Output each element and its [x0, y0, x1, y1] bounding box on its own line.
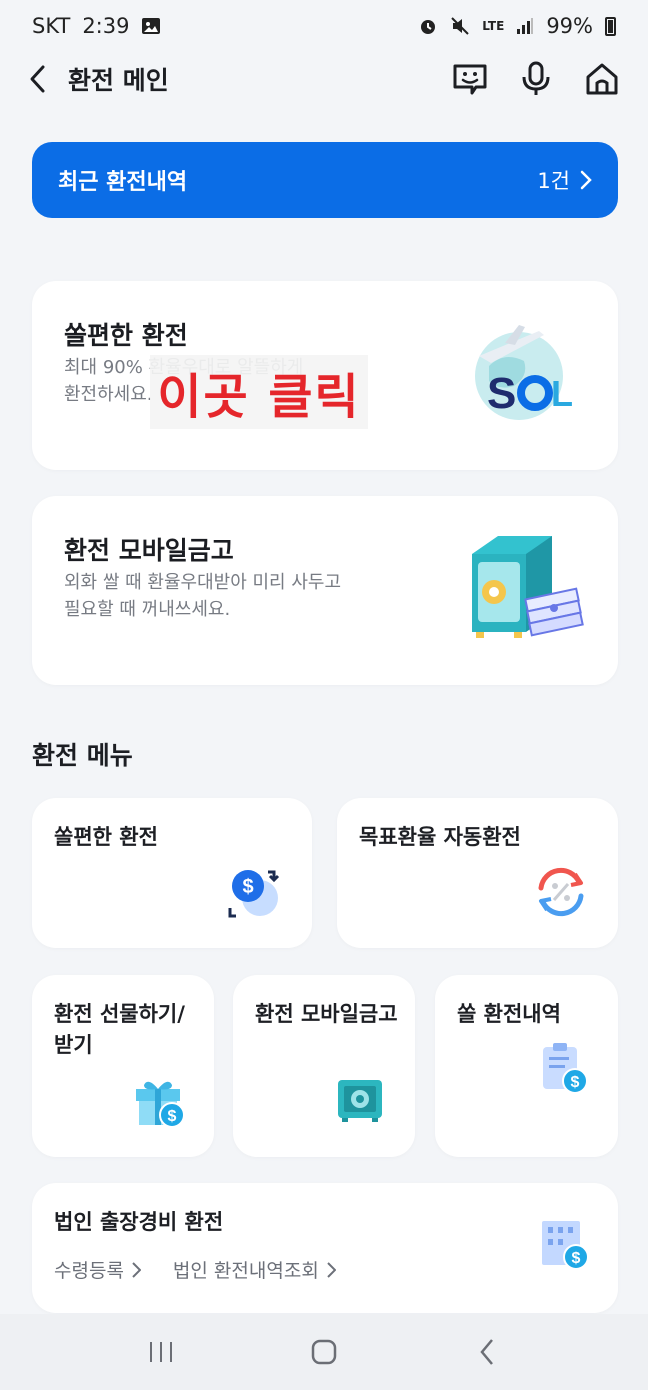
dollar-exchange-icon: $ [228, 870, 280, 918]
back-arrow-icon [480, 1339, 493, 1365]
mic-icon [522, 61, 550, 95]
svg-text:L: L [551, 373, 573, 414]
building-dollar-icon: $ [542, 1221, 589, 1270]
click-here-annotation: 이곳 클릭 [150, 355, 368, 429]
vault-icon [472, 536, 584, 638]
chatbot-button[interactable] [452, 61, 488, 97]
chevron-right-icon [132, 1261, 141, 1278]
recent-apps-button[interactable] [137, 1328, 185, 1376]
home-nav-button[interactable] [300, 1328, 348, 1376]
chatbot-icon [453, 64, 487, 95]
sol-globe-icon: S L [475, 325, 573, 420]
register-receipt-label: 수령등록 [54, 1260, 124, 1282]
home-button[interactable] [584, 61, 620, 97]
mobile-safe-desc-line2: 필요할 때 꺼내쓰세요. [64, 599, 231, 620]
gift-dollar-icon: $ [136, 1081, 185, 1128]
back-nav-button[interactable] [463, 1328, 511, 1376]
system-nav-bar [0, 1314, 648, 1390]
status-bar: SKT 2:39 LTE 99% [0, 0, 648, 52]
menu-target-rate-auto-exchange[interactable]: 목표환율 자동환전 [337, 798, 618, 948]
chevron-right-icon [327, 1261, 336, 1278]
carrier-label: SKT [32, 14, 71, 38]
home-icon [586, 63, 618, 95]
app-header: 환전 메인 [0, 52, 648, 106]
gallery-notification-icon [141, 16, 161, 36]
recent-apps-icon [150, 1342, 173, 1362]
mobile-safe-desc-line1: 외화 쌀 때 환율우대받아 미리 사두고 [64, 572, 342, 593]
corporate-title: 법인 출장경비 환전 [54, 1210, 224, 1234]
page-title: 환전 메인 [68, 66, 169, 95]
voice-button[interactable] [518, 61, 554, 97]
home-circle-icon [311, 1339, 337, 1365]
recent-exchange-count: 1건 [537, 165, 592, 195]
easy-exchange-desc-line2: 환전하세요. [64, 384, 153, 405]
mobile-safe-title: 환전 모바일금고 [64, 536, 234, 565]
svg-text:$: $ [242, 876, 253, 898]
back-button[interactable] [28, 59, 56, 99]
svg-text:$: $ [572, 1250, 581, 1267]
safe-icon [338, 1080, 382, 1122]
mute-icon [450, 16, 470, 36]
corporate-history-link[interactable]: 법인 환전내역조회 [173, 1256, 336, 1283]
clipboard-dollar-icon: $ [543, 1043, 588, 1094]
menu-target-rate-label: 목표환율 자동환전 [359, 825, 521, 849]
easy-exchange-title: 쏠편한 환전 [64, 321, 188, 350]
battery-percent: 99% [546, 14, 593, 38]
menu-mobile-safe-label: 환전 모바일금고 [255, 1002, 398, 1026]
corporate-history-label: 법인 환전내역조회 [172, 1260, 319, 1282]
menu-mobile-safe[interactable]: 환전 모바일금고 [233, 975, 415, 1157]
clock: 2:39 [82, 14, 130, 38]
recent-exchange-banner[interactable]: 최근 환전내역 1건 [32, 142, 618, 218]
svg-text:S: S [487, 369, 516, 418]
svg-text:$: $ [571, 1074, 580, 1091]
menu-corporate-travel-exchange[interactable]: 법인 출장경비 환전 수령등록 법인 환전내역조회 $ [32, 1183, 618, 1313]
battery-icon [605, 16, 616, 36]
exchange-menu-section-title: 환전 메뉴 [32, 741, 133, 770]
menu-easy-exchange[interactable]: 쏠편한 환전 $ [32, 798, 312, 948]
alarm-icon [418, 16, 438, 36]
menu-sol-exchange-history[interactable]: 쏠 환전내역 $ [435, 975, 618, 1157]
menu-easy-exchange-label: 쏠편한 환전 [54, 825, 158, 849]
percent-cycle-icon [538, 867, 584, 917]
network-type-label: LTE [482, 18, 505, 33]
signal-icon [516, 17, 534, 35]
register-receipt-link[interactable]: 수령등록 [54, 1256, 141, 1283]
back-icon [30, 65, 45, 93]
menu-gift-exchange[interactable]: 환전 선물하기/받기 $ [32, 975, 214, 1157]
svg-text:$: $ [168, 1108, 177, 1125]
menu-gift-label: 환전 선물하기/받기 [54, 1002, 185, 1057]
mobile-safe-card[interactable]: 환전 모바일금고 외화 쌀 때 환율우대받아 미리 사두고 필요할 때 꺼내쓰세… [32, 496, 618, 685]
menu-history-label: 쏠 환전내역 [457, 1002, 561, 1026]
recent-count-label: 1건 [537, 169, 570, 193]
chevron-right-icon [580, 170, 592, 190]
recent-exchange-title: 최근 환전내역 [58, 170, 188, 195]
